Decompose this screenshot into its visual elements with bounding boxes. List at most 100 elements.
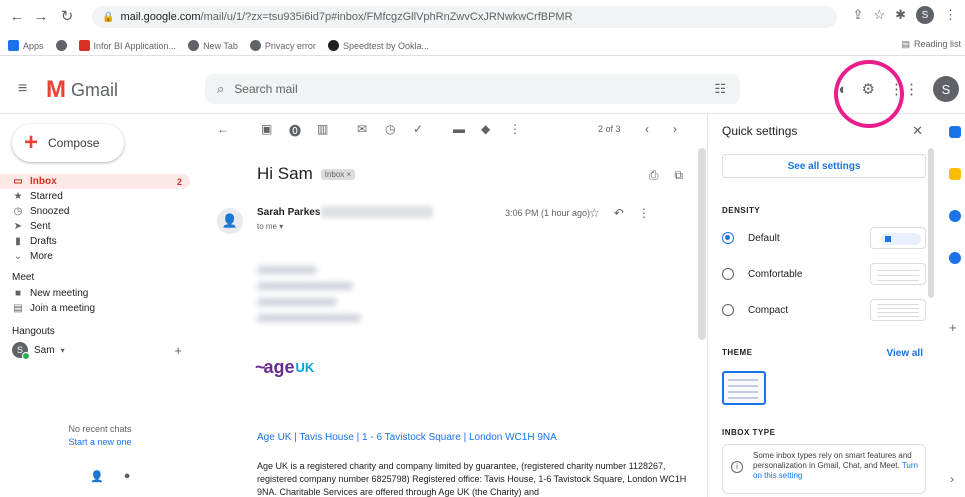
nav-item-join-meeting[interactable]: ▤ Join a meeting: [0, 301, 200, 316]
keep-icon[interactable]: [949, 168, 961, 180]
bookmark-apps[interactable]: Apps: [8, 40, 44, 51]
account-avatar[interactable]: S: [933, 76, 959, 102]
bookmark-new-tab[interactable]: New Tab: [188, 40, 238, 51]
main-menu-icon[interactable]: ≡: [18, 80, 27, 98]
search-input[interactable]: ⌕ Search mail ☷: [205, 74, 740, 104]
contacts-icon[interactable]: 👤: [90, 470, 104, 483]
compose-button[interactable]: + Compose: [12, 124, 124, 162]
inbox-label-chip[interactable]: Inbox ×: [320, 168, 356, 180]
chevron-right-icon[interactable]: ›: [950, 472, 954, 486]
more-icon[interactable]: ⋮: [638, 206, 650, 220]
start-new-chat-link[interactable]: Start a new one: [0, 437, 200, 447]
label-icon[interactable]: ◆: [481, 122, 490, 136]
gmail-header: ≡ M Gmail ⌕ Search mail ☷ ◐ ⚙ ⋮⋮ S: [0, 60, 965, 128]
age-uk-logo: ~ age UK: [255, 357, 315, 377]
nav-item-drafts[interactable]: ▮ Drafts: [0, 234, 200, 249]
star-icon[interactable]: ☆: [589, 206, 600, 220]
see-all-settings-button[interactable]: See all settings: [722, 154, 926, 178]
density-comfortable[interactable]: Comfortable: [722, 262, 926, 286]
forward-icon[interactable]: →: [30, 5, 52, 27]
report-spam-icon[interactable]: ⓿: [289, 122, 301, 139]
theme-preview[interactable]: [722, 371, 766, 405]
quick-settings-title: Quick settings: [722, 124, 798, 138]
density-compact[interactable]: Compact: [722, 298, 926, 322]
address-link[interactable]: Age UK | Tavis House | 1 - 6 Tavistock S…: [257, 432, 557, 443]
nav-item-sent[interactable]: ➤ Sent: [0, 219, 200, 234]
reply-icon[interactable]: ↶: [614, 206, 624, 220]
gmail-m-icon: M: [46, 76, 66, 103]
close-icon[interactable]: ✕: [912, 123, 923, 139]
recipient-details[interactable]: to me ▾: [257, 222, 283, 231]
add-task-icon[interactable]: ✓: [413, 122, 423, 136]
bookmarks-bar: Apps Infor BI Application... New Tab Pri…: [0, 36, 965, 56]
back-to-inbox-icon[interactable]: ←: [217, 122, 229, 136]
radio-compact[interactable]: [722, 304, 734, 316]
nav-item-new-meeting[interactable]: ■ New meeting: [0, 286, 200, 301]
settings-button[interactable]: ⚙: [833, 60, 904, 128]
newer-icon[interactable]: ‹: [645, 122, 649, 136]
hangouts-section-title: Hangouts: [12, 326, 55, 337]
chat-bubble-icon[interactable]: ●: [124, 470, 131, 483]
message-scrollbar[interactable]: [698, 148, 706, 340]
subject-line: Hi Sam Inbox ×: [257, 164, 356, 184]
view-all-themes-link[interactable]: View all: [886, 348, 923, 359]
snooze-icon[interactable]: ◷: [385, 122, 395, 136]
open-new-window-icon[interactable]: ⧉: [674, 168, 683, 183]
browser-toolbar: ← → ↻ 🔒 mail.google.com/mail/u/1/?zx=tsu…: [0, 0, 965, 32]
density-label: DENSITY: [722, 206, 761, 215]
share-icon[interactable]: ⇪: [853, 7, 864, 23]
more-icon[interactable]: ⋮: [509, 122, 521, 136]
mark-unread-icon[interactable]: ✉: [357, 122, 367, 136]
infor-icon: [78, 40, 90, 51]
radio-default[interactable]: [722, 232, 734, 244]
bookmark-star-icon[interactable]: ☆: [873, 7, 885, 23]
bookmark-infor[interactable]: Infor BI Application...: [78, 40, 176, 51]
add-chat-icon[interactable]: +: [174, 343, 182, 358]
tasks-icon[interactable]: [949, 210, 961, 222]
gmail-logo[interactable]: M Gmail: [46, 76, 118, 104]
hangouts-user[interactable]: S Sam ▾ +: [0, 340, 200, 360]
sender-avatar: 👤: [217, 208, 243, 234]
add-addon-icon[interactable]: +: [949, 320, 957, 335]
bookmark-globe[interactable]: [55, 40, 67, 51]
delete-icon[interactable]: ▥: [317, 122, 328, 136]
chevron-down-icon: ⌄: [13, 251, 23, 262]
density-default[interactable]: Default: [722, 226, 926, 250]
density-comfortable-preview: [870, 263, 926, 285]
extensions-icon[interactable]: ✱: [895, 7, 906, 23]
nav-item-inbox[interactable]: ▭ Inbox 2: [0, 174, 190, 189]
hangouts-avatar: S: [12, 342, 30, 360]
browser-profile-avatar[interactable]: S: [916, 6, 934, 24]
clock-icon: ◷: [13, 206, 23, 217]
quick-settings-scrollbar[interactable]: [928, 148, 934, 298]
radio-comfortable[interactable]: [722, 268, 734, 280]
message-toolbar: ← ▣ ⓿ ▥ ✉ ◷ ✓ ▬ ◆ ⋮ 2 of 3 ‹ ›: [205, 122, 695, 142]
sender-name: Sarah Parkes: [257, 207, 321, 218]
browser-menu-icon[interactable]: ⋮: [944, 7, 957, 23]
nav-item-snoozed[interactable]: ◷ Snoozed: [0, 204, 200, 219]
bookmark-privacy-error[interactable]: Privacy error: [249, 40, 316, 51]
search-options-icon[interactable]: ☷: [714, 81, 726, 97]
redacted-body-text: [257, 266, 367, 326]
nav-item-more[interactable]: ⌄ More: [0, 249, 200, 264]
density-compact-preview: [870, 299, 926, 321]
message-time: 3:06 PM (1 hour ago): [505, 208, 591, 218]
bookmark-speedtest[interactable]: Speedtest by Ookla...: [327, 40, 429, 51]
theme-label: THEME: [722, 348, 753, 357]
print-icon[interactable]: ⎙: [649, 168, 659, 183]
reading-list[interactable]: ▤ Reading list: [901, 39, 961, 50]
contacts-icon[interactable]: [949, 252, 961, 264]
info-icon: i: [731, 461, 743, 473]
reload-icon[interactable]: ↻: [56, 5, 78, 27]
globe-icon: [249, 40, 261, 51]
calendar-icon[interactable]: [949, 126, 961, 138]
send-icon: ➤: [13, 221, 23, 232]
search-icon[interactable]: ⌕: [217, 81, 224, 97]
move-to-icon[interactable]: ▬: [453, 122, 465, 136]
nav-item-starred[interactable]: ★ Starred: [0, 189, 200, 204]
speedtest-icon: [327, 40, 339, 51]
older-icon[interactable]: ›: [673, 122, 677, 136]
back-icon[interactable]: ←: [6, 5, 28, 27]
address-bar[interactable]: 🔒 mail.google.com/mail/u/1/?zx=tsu935i6i…: [92, 6, 837, 28]
archive-icon[interactable]: ▣: [261, 122, 272, 136]
